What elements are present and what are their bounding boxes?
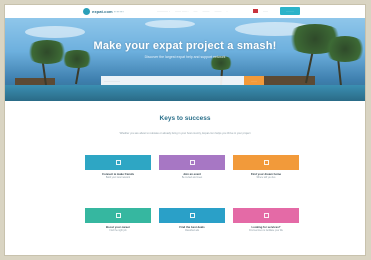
card-description: Build your local network [105, 177, 131, 179]
tag-icon [189, 213, 195, 218]
briefcase-icon [115, 213, 121, 218]
keys-subtitle: Whether you are about to relocate or alr… [119, 132, 251, 135]
cloud-shape [25, 26, 85, 38]
card-title: Find the best deals [179, 225, 205, 229]
search-button[interactable]: ······ [244, 76, 264, 85]
card-header [233, 208, 299, 223]
card-event[interactable]: Join an event Be invited and meet [159, 155, 225, 182]
nav-link-guide[interactable]: ······ ····· · [175, 9, 189, 13]
card-career[interactable]: Boost your career Find the right job [85, 208, 151, 235]
card-connect[interactable]: Connect & make friends Build your local … [85, 155, 151, 182]
card-description: Be invited and meet [181, 177, 203, 179]
people-icon [115, 160, 121, 165]
logo-text: expat.com ······· [92, 9, 124, 14]
language-flag-icon[interactable] [253, 9, 258, 13]
card-header [233, 155, 299, 170]
hero-banner: Make your expat project a smash! Discove… [5, 18, 365, 101]
card-header [85, 208, 151, 223]
card-header [159, 155, 225, 170]
hero-title: Make your expat project a smash! [93, 40, 277, 52]
login-link[interactable]: ····· [263, 9, 268, 13]
site-logo[interactable]: expat.com ······· [83, 8, 124, 15]
top-navbar: expat.com ······· ··········· · ······ ·… [5, 5, 365, 19]
destination-search-input[interactable] [101, 76, 244, 85]
card-header [85, 155, 151, 170]
nav-link-more[interactable]: · [226, 9, 227, 13]
card-description: Find the right job [109, 230, 127, 232]
card-deals[interactable]: Find the best deals Classified ads [159, 208, 225, 235]
card-header [159, 208, 225, 223]
card-title: Find your dream home [250, 172, 282, 176]
card-title: Boost your career [106, 225, 130, 229]
home-icon [263, 160, 269, 165]
card-home[interactable]: Find your dream home Where will you live [233, 155, 299, 182]
calendar-icon [189, 160, 195, 165]
card-title: Join an event [183, 172, 201, 176]
card-services[interactable]: Looking for services? Find services to f… [233, 208, 299, 235]
card-description: Where will you live [256, 177, 276, 179]
logo-icon [83, 8, 90, 15]
services-icon [263, 213, 269, 218]
card-title: Looking for services? [251, 225, 281, 229]
water-shape [5, 85, 365, 101]
card-description: Find services to facilitate your life [249, 230, 283, 232]
card-description: Classified ads [184, 230, 200, 232]
signup-button[interactable]: ········ [280, 7, 300, 15]
hero-search: ······ [101, 76, 264, 85]
browser-page: expat.com ······· ··········· · ······ ·… [5, 5, 365, 255]
cloud-shape [145, 20, 195, 28]
card-title: Connect & make friends [101, 172, 135, 176]
nav-link-destinations[interactable]: ··········· · [157, 9, 170, 13]
nav-link-services[interactable]: ······· [214, 9, 221, 13]
nav-links: ··········· · ······ ····· · ···· ······… [157, 9, 227, 13]
nav-link-housing[interactable]: ······· [202, 9, 209, 13]
nav-link-jobs[interactable]: ···· [193, 9, 197, 13]
keys-title: Keys to success [159, 115, 211, 122]
hero-subtitle: Discover the largest expat help and supp… [144, 55, 226, 59]
palm-tree-icon [60, 50, 94, 68]
